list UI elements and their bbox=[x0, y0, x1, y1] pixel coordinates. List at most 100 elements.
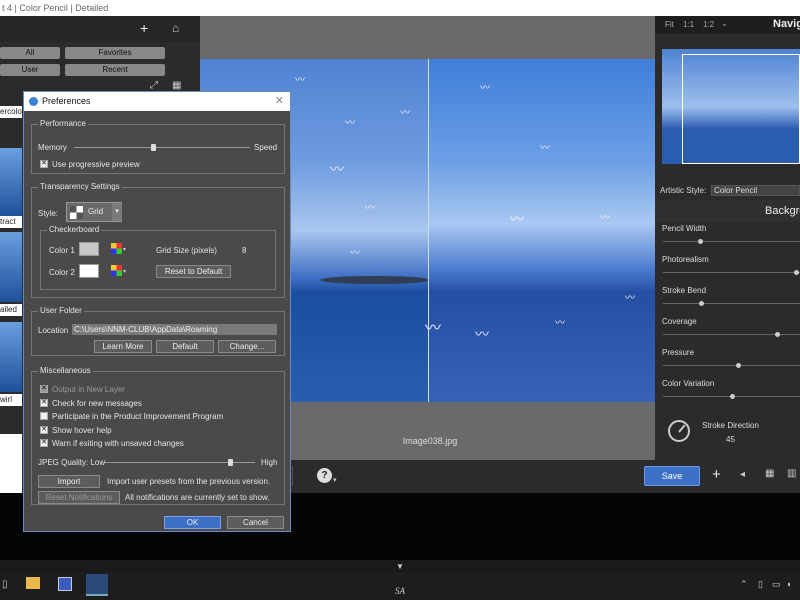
stroke-direction-label: Stroke Direction bbox=[702, 421, 759, 430]
chevron-down-icon[interactable]: ⌄ bbox=[721, 19, 728, 28]
dial-needle bbox=[678, 424, 686, 433]
ok-button[interactable]: OK bbox=[164, 516, 221, 529]
slider-handle[interactable] bbox=[729, 394, 735, 399]
slider-label: Stroke Bend bbox=[662, 286, 707, 295]
grid-size-value[interactable]: 8 bbox=[242, 246, 246, 255]
slider-handle[interactable] bbox=[793, 270, 799, 275]
slider-track[interactable] bbox=[663, 241, 800, 242]
bird-shape: 〰 bbox=[295, 75, 305, 86]
chevron-down-icon[interactable]: ▾ bbox=[123, 246, 126, 253]
slider-handle[interactable] bbox=[774, 332, 780, 337]
progressive-preview-checkbox[interactable]: ✕ bbox=[40, 160, 48, 168]
slider-handle[interactable] bbox=[736, 363, 742, 368]
slider-handle[interactable] bbox=[699, 301, 705, 306]
filter-all-button[interactable]: All bbox=[0, 47, 60, 59]
close-icon[interactable]: ✕ bbox=[275, 92, 284, 111]
preset-thumbnail[interactable] bbox=[0, 322, 22, 392]
caret-down-icon[interactable]: ▼ bbox=[396, 562, 404, 571]
chevron-up-icon[interactable]: ⌃ bbox=[740, 579, 748, 590]
style-select[interactable]: Grid ▾ bbox=[66, 202, 122, 222]
style-value: Grid bbox=[88, 207, 104, 216]
usb-icon[interactable]: ▯ bbox=[758, 579, 763, 590]
zoom-1-1-button[interactable]: 1:1 bbox=[683, 20, 694, 29]
chevron-down-icon[interactable]: ▾ bbox=[112, 203, 122, 221]
preset-label[interactable]: tract bbox=[0, 216, 22, 228]
learn-more-button[interactable]: Learn More bbox=[94, 340, 152, 353]
misc-checkbox[interactable]: ✕ bbox=[40, 398, 48, 407]
slider-track[interactable] bbox=[663, 303, 800, 304]
reset-default-button[interactable]: Reset to Default bbox=[156, 265, 231, 278]
preset-thumbnail[interactable] bbox=[0, 232, 22, 302]
window-title: t 4 | Color Pencil | Detailed bbox=[2, 3, 109, 13]
filter-user-button[interactable]: User bbox=[0, 64, 60, 76]
preset-label[interactable]: wirl bbox=[0, 394, 22, 406]
performance-slider-track[interactable] bbox=[74, 147, 250, 148]
color2-label: Color 2 bbox=[49, 268, 75, 277]
misc-checkbox[interactable] bbox=[40, 412, 48, 420]
navigator-view-frame[interactable] bbox=[682, 54, 800, 164]
slider-track[interactable] bbox=[663, 272, 800, 273]
bird-shape: 〰 bbox=[510, 211, 524, 227]
home-icon[interactable]: ⌂ bbox=[172, 21, 179, 35]
zoom-fit-button[interactable]: Fit bbox=[665, 20, 674, 29]
default-button[interactable]: Default bbox=[156, 340, 214, 353]
misc-checkbox-label: Show hover help bbox=[52, 425, 112, 435]
image-filename: Image038.jpg bbox=[402, 436, 458, 446]
color-picker-icon[interactable] bbox=[111, 265, 122, 276]
slider-track[interactable] bbox=[663, 365, 800, 366]
dialog-title-bar[interactable]: Preferences ✕ bbox=[24, 92, 290, 111]
misc-checkbox[interactable]: ✕ bbox=[40, 439, 48, 447]
navigator-title: Navig bbox=[773, 18, 800, 30]
bird-shape: 〰 bbox=[600, 213, 610, 224]
layout-icon[interactable]: ▥ bbox=[787, 468, 796, 479]
grid-view-icon[interactable]: ▦ bbox=[172, 80, 181, 91]
grid-icon[interactable]: ▦ bbox=[765, 468, 774, 479]
slider-handle[interactable] bbox=[697, 239, 703, 244]
preset-label[interactable]: ailed bbox=[0, 304, 22, 316]
chevron-down-icon[interactable]: ▾ bbox=[333, 476, 337, 484]
jpeg-quality-label: JPEG Quality: Low bbox=[38, 458, 106, 467]
filter-favorites-button[interactable]: Favorites bbox=[65, 47, 165, 59]
speaker-icon[interactable]: ◖ bbox=[786, 579, 791, 589]
location-field[interactable]: C:\Users\NNM-CLUB\AppData\Roaming bbox=[72, 324, 277, 335]
add-icon[interactable]: + bbox=[140, 20, 148, 36]
effect-preview-image bbox=[428, 59, 656, 402]
taskview-icon[interactable]: ▯ bbox=[2, 579, 8, 590]
add-icon[interactable]: + bbox=[712, 466, 721, 483]
slider-label: Coverage bbox=[662, 317, 697, 326]
zoom-1-2-button[interactable]: 1:2 bbox=[703, 20, 714, 29]
save-button[interactable]: Save bbox=[644, 466, 700, 486]
import-button[interactable]: Import bbox=[38, 475, 100, 488]
slider-label: Pencil Width bbox=[662, 224, 707, 233]
misc-checkbox[interactable]: ✕ bbox=[40, 385, 48, 393]
chevron-down-icon[interactable]: ▾ bbox=[123, 268, 126, 275]
performance-slider-handle[interactable] bbox=[151, 144, 157, 151]
change-button[interactable]: Change... bbox=[218, 340, 276, 353]
color-picker-icon[interactable] bbox=[111, 243, 122, 254]
jpeg-slider-track[interactable] bbox=[105, 462, 255, 463]
filter-recent-button[interactable]: Recent bbox=[65, 64, 165, 76]
artistic-style-select[interactable]: Color Pencil bbox=[711, 185, 800, 196]
reset-notifications-button[interactable]: Reset Notifications bbox=[38, 491, 120, 504]
app-taskbar-icon[interactable] bbox=[86, 574, 108, 596]
preset-thumbnail[interactable] bbox=[0, 148, 22, 216]
preset-label[interactable]: ercolo bbox=[0, 106, 22, 118]
jpeg-slider-handle[interactable] bbox=[227, 459, 233, 466]
misc-checkbox[interactable]: ✕ bbox=[40, 425, 48, 434]
help-icon[interactable]: ? bbox=[317, 468, 332, 483]
cancel-button[interactable]: Cancel bbox=[227, 516, 284, 529]
save-disk-icon[interactable] bbox=[58, 577, 72, 591]
bird-shape: 〰 bbox=[480, 83, 490, 94]
bird-shape: 〰 bbox=[540, 143, 550, 154]
import-description: Import user presets from the previous ve… bbox=[107, 477, 271, 486]
bird-shape: 〰 bbox=[350, 248, 360, 259]
color2-swatch[interactable] bbox=[79, 264, 99, 278]
split-divider[interactable] bbox=[428, 59, 429, 402]
network-icon[interactable]: ▭ bbox=[772, 579, 781, 590]
arrow-left-icon[interactable]: ◂ bbox=[740, 469, 745, 480]
background-section-header[interactable]: Backgro bbox=[655, 200, 800, 222]
color1-swatch[interactable] bbox=[79, 242, 99, 256]
file-explorer-icon[interactable] bbox=[26, 577, 40, 589]
stroke-direction-dial[interactable] bbox=[668, 420, 690, 442]
expand-icon[interactable]: ⤢ bbox=[150, 80, 158, 91]
